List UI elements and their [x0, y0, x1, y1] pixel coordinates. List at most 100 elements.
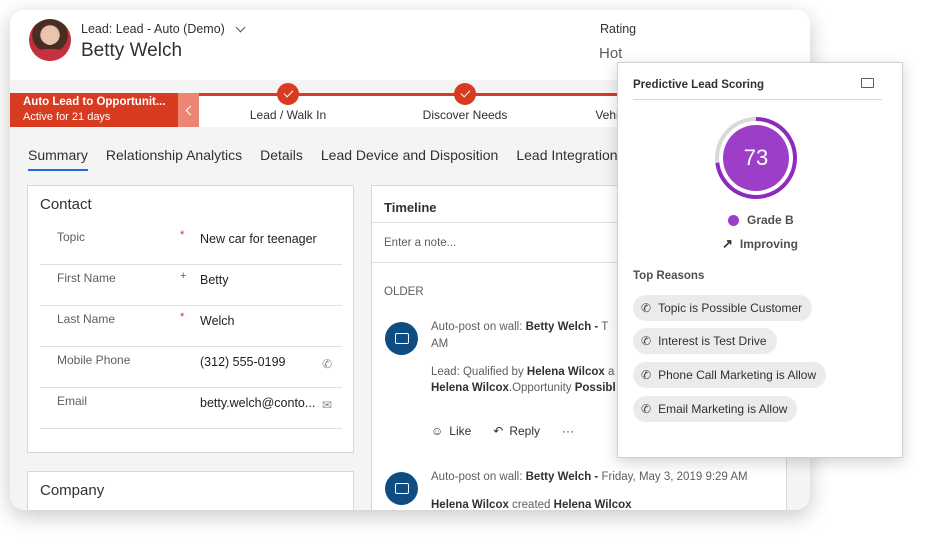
field-last-name[interactable]: Last Name * Welch	[40, 306, 342, 347]
score-value: 73	[723, 125, 789, 191]
post-avatar-icon	[385, 322, 418, 355]
trend-label: ↗ Improving	[722, 236, 798, 252]
tab-relationship-analytics[interactable]: Relationship Analytics	[106, 147, 242, 169]
post-text: Lead: Qualified by	[431, 366, 524, 378]
bpf-process-title: Auto Lead to Opportunit...	[23, 96, 166, 108]
field-mobile-phone[interactable]: Mobile Phone (312) 555-0199 ✆	[40, 347, 342, 388]
arrow-up-right-icon: ↗	[722, 236, 733, 251]
field-value[interactable]: betty.welch@conto...	[200, 396, 315, 410]
reason-text: Email Marketing is Allow	[658, 402, 788, 416]
post-text: a	[607, 366, 615, 378]
field-value[interactable]: Betty	[200, 273, 229, 287]
chevron-down-icon	[235, 22, 246, 32]
tab-summary[interactable]: Summary	[28, 147, 88, 171]
field-value[interactable]: (312) 555-0199	[200, 355, 285, 369]
tab-details[interactable]: Details	[260, 147, 303, 169]
more-options-button[interactable]: ···	[562, 424, 574, 438]
bpf-stage-label: Discover Needs	[422, 108, 508, 122]
phone-link-icon: ✆	[641, 334, 652, 348]
rating-label: Rating	[600, 22, 637, 36]
reason-chip[interactable]: ✆ Phone Call Marketing is Allow	[633, 362, 827, 388]
form-tabs: Summary Relationship Analytics Details L…	[28, 147, 618, 171]
field-topic[interactable]: Topic * New car for teenager	[40, 224, 342, 265]
field-label: Topic	[57, 230, 86, 244]
company-section: Company	[27, 471, 354, 510]
reply-button[interactable]: ↶ Reply	[493, 424, 540, 438]
post-user-link[interactable]: Helena Wilcox	[431, 499, 509, 510]
post-user-link[interactable]: Helena Wilcox	[431, 382, 509, 394]
recommended-indicator: +	[180, 270, 187, 282]
reply-icon: ↶	[493, 424, 504, 438]
field-label: First Name	[57, 271, 116, 285]
reply-label: Reply	[509, 424, 541, 438]
lead-avatar	[29, 19, 71, 61]
score-ring: 73	[715, 117, 797, 199]
chat-icon[interactable]	[861, 78, 874, 88]
top-reasons-title: Top Reasons	[633, 270, 705, 282]
post-author[interactable]: Betty Welch -	[526, 321, 599, 333]
scoring-title: Predictive Lead Scoring	[633, 79, 765, 91]
post-body-line: Helena Wilcox created Helena Wilcox	[431, 499, 632, 510]
bpf-collapse-button[interactable]	[178, 93, 199, 127]
phone-link-icon: ✆	[641, 402, 652, 416]
post-text-bold: Possibl	[574, 382, 616, 394]
post-user-link[interactable]: Helena Wilcox	[554, 499, 632, 510]
check-icon	[454, 83, 476, 105]
post-date: Friday, May 3, 2019 9:29 AM	[601, 471, 748, 483]
post-date-suffix: AM	[431, 338, 449, 350]
post-user-link[interactable]: Helena Wilcox	[527, 366, 605, 378]
timeline-title: Timeline	[384, 200, 437, 215]
field-label: Email	[57, 394, 88, 408]
email-icon[interactable]: ✉	[322, 398, 332, 412]
rating-value: Hot	[599, 45, 623, 62]
form-selector[interactable]: Lead: Lead - Auto (Demo)	[81, 22, 246, 36]
reason-chip[interactable]: ✆ Email Marketing is Allow	[633, 396, 798, 422]
reason-chip[interactable]: ✆ Topic is Possible Customer	[633, 295, 813, 321]
reason-chip[interactable]: ✆ Interest is Test Drive	[633, 328, 777, 354]
section-title: Company	[40, 482, 105, 499]
form-name-label: Lead: Lead - Auto (Demo)	[81, 22, 225, 36]
post-prefix: Auto-post on wall:	[431, 471, 523, 483]
smiley-icon: ☺	[431, 424, 444, 438]
predictive-lead-scoring-card: Predictive Lead Scoring 73 Grade B ↗ Imp…	[617, 62, 903, 458]
field-value[interactable]: New car for teenager	[200, 232, 317, 246]
bpf-active-process[interactable]: Auto Lead to Opportunit... Active for 21…	[10, 93, 178, 127]
trend-text: Improving	[739, 237, 798, 251]
post-text: .Opportunity	[508, 382, 572, 394]
tab-lead-integration[interactable]: Lead Integration	[516, 147, 617, 169]
reason-text: Phone Call Marketing is Allow	[658, 368, 817, 382]
grade-text: Grade B	[747, 213, 794, 227]
field-email[interactable]: Email betty.welch@conto... ✉	[40, 388, 342, 429]
post-text: created	[512, 499, 551, 510]
like-label: Like	[449, 424, 472, 438]
post-body-line: Lead: Qualified by Helena Wilcox a	[431, 366, 614, 378]
post-prefix: Auto-post on wall:	[431, 321, 523, 333]
timeline-group-label: OLDER	[384, 286, 424, 298]
contact-section: Contact Topic * New car for teenager Fir…	[27, 185, 354, 453]
post-body-line: Helena Wilcox.Opportunity Possibl	[431, 382, 616, 394]
field-label: Mobile Phone	[57, 353, 131, 367]
section-title: Contact	[40, 196, 92, 213]
chevron-left-icon	[185, 105, 195, 115]
phone-icon[interactable]: ✆	[322, 357, 332, 371]
post-actions: ☺ Like ↶ Reply ···	[431, 424, 574, 438]
post-date: T	[601, 321, 609, 333]
field-label: Last Name	[57, 312, 116, 326]
bpf-stage-label: Lead / Walk In	[249, 108, 327, 122]
tab-lead-device-disposition[interactable]: Lead Device and Disposition	[321, 147, 498, 169]
post-header: Auto-post on wall: Betty Welch - Friday,…	[431, 471, 748, 483]
field-value[interactable]: Welch	[200, 314, 235, 328]
reason-text: Topic is Possible Customer	[658, 301, 803, 315]
lead-name-title: Betty Welch	[81, 40, 183, 61]
divider	[633, 99, 882, 100]
note-input[interactable]: Enter a note...	[384, 237, 456, 249]
reason-text: Interest is Test Drive	[658, 334, 767, 348]
grade-label: Grade B	[728, 213, 794, 227]
bpf-stage-label: Vehi	[595, 108, 619, 122]
bpf-duration: Active for 21 days	[23, 111, 111, 123]
post-author[interactable]: Betty Welch -	[526, 471, 599, 483]
field-first-name[interactable]: First Name + Betty	[40, 265, 342, 306]
like-button[interactable]: ☺ Like	[431, 424, 471, 438]
phone-link-icon: ✆	[641, 301, 652, 315]
grade-dot-icon	[728, 214, 739, 226]
